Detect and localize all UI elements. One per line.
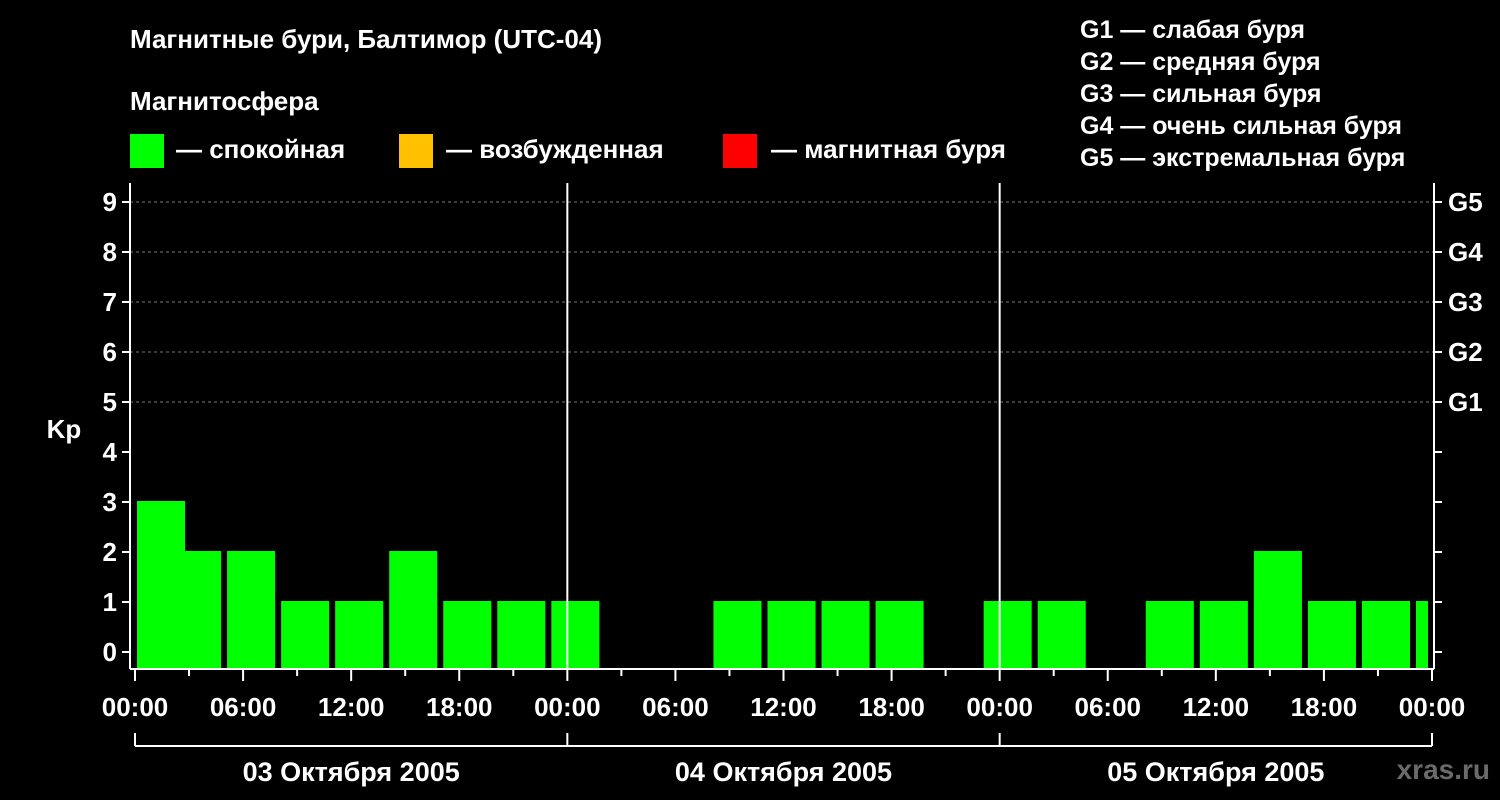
x-tick-label: 06:00 — [210, 692, 277, 722]
kp-bar — [1253, 551, 1302, 668]
kp-bar — [1037, 601, 1086, 668]
x-tick-label: 12:00 — [750, 692, 817, 722]
y-tick-label: 0 — [103, 637, 117, 667]
kp-bar — [443, 601, 492, 668]
g-level-label: G5 — [1448, 187, 1483, 217]
x-tick-label: 00:00 — [966, 692, 1033, 722]
x-tick-label: 18:00 — [858, 692, 925, 722]
x-tick-label: 00:00 — [102, 692, 169, 722]
watermark: xras.ru — [1396, 754, 1490, 785]
kp-bar — [767, 601, 816, 668]
x-tick-label: 18:00 — [426, 692, 493, 722]
y-tick-label: 9 — [103, 187, 117, 217]
x-tick-label: 12:00 — [1183, 692, 1250, 722]
kp-bar — [335, 601, 384, 668]
x-tick-label: 00:00 — [1399, 692, 1466, 722]
y-tick-label: 4 — [103, 437, 118, 467]
kp-bar — [173, 551, 222, 668]
day-label: 05 Октября 2005 — [1107, 757, 1324, 787]
x-tick-label: 06:00 — [1075, 692, 1142, 722]
kp-bar — [497, 601, 546, 668]
kp-bar — [875, 601, 924, 668]
kp-bar-chart: 0 1 2 3 4 5 6 7 8 9 G1 G2 G3 G4 G5 Kp 00:00 06:00 12:00 18:… — [47, 183, 1483, 787]
y-tick-label: 3 — [103, 487, 117, 517]
g-level-label: G2 — [1448, 337, 1483, 367]
kp-bar — [1307, 601, 1356, 668]
g-level-label: G4 — [1448, 237, 1483, 267]
y-tick-label: 7 — [103, 287, 117, 317]
y-tick-label: 6 — [103, 337, 117, 367]
g-level-label: G1 — [1448, 387, 1483, 417]
kp-bar — [281, 601, 330, 668]
y-tick-label: 2 — [103, 537, 117, 567]
x-tick-label: 00:00 — [534, 692, 601, 722]
kp-bar — [389, 551, 438, 668]
g-level-label: G3 — [1448, 287, 1483, 317]
x-tick-label: 12:00 — [318, 692, 385, 722]
kp-bar — [1361, 601, 1410, 668]
day-label: 04 Октября 2005 — [675, 757, 892, 787]
kp-bar — [551, 601, 600, 668]
day-label: 03 Октября 2005 — [243, 757, 460, 787]
x-tick-label: 18:00 — [1291, 692, 1358, 722]
y-tick-label: 1 — [103, 587, 117, 617]
y-tick-label: 8 — [103, 237, 117, 267]
kp-bar — [713, 601, 762, 668]
kp-bar — [227, 551, 276, 668]
y-tick-label: 5 — [103, 387, 117, 417]
y-axis-title: Kp — [47, 414, 82, 444]
x-tick-label: 06:00 — [642, 692, 709, 722]
kp-bar — [1199, 601, 1248, 668]
kp-bar — [821, 601, 870, 668]
kp-bar — [983, 601, 1032, 668]
kp-bar — [1415, 601, 1428, 668]
kp-bar — [1145, 601, 1194, 668]
